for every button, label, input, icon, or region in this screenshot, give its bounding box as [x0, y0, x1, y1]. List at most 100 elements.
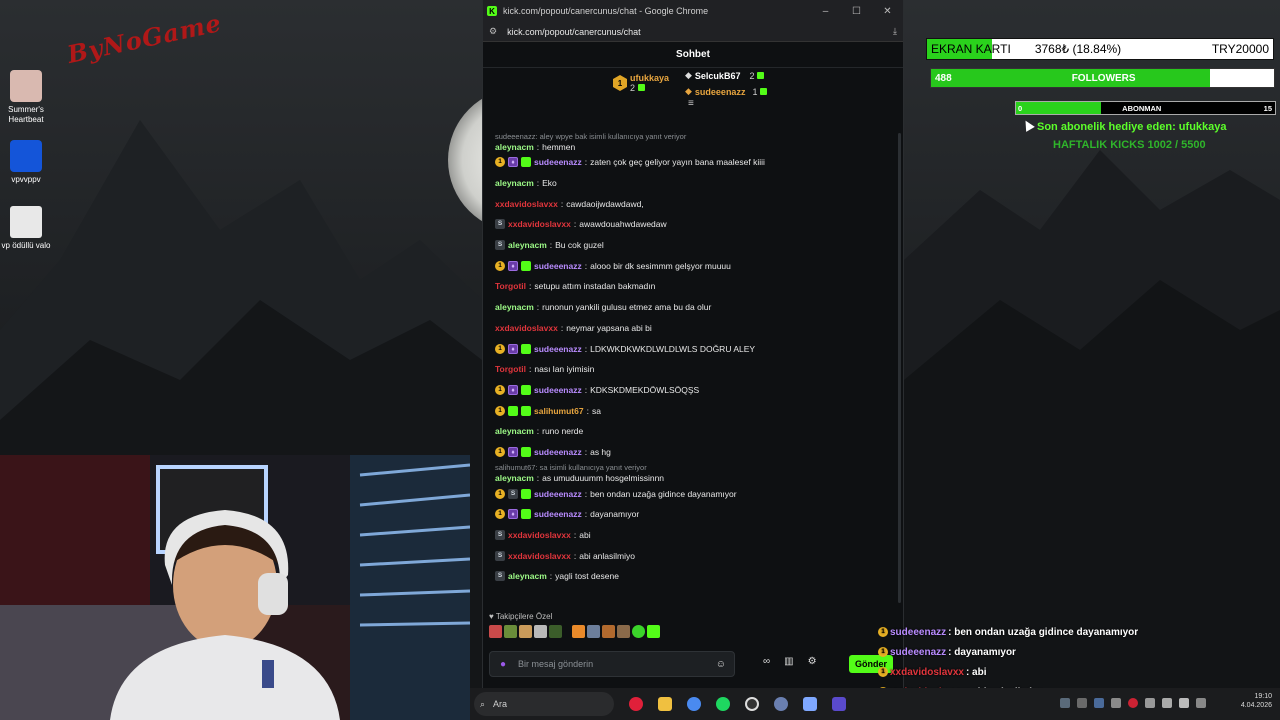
- desktop-icon-vpvvppv[interactable]: vpvvppv: [0, 140, 52, 185]
- tray-icon[interactable]: [1094, 698, 1104, 708]
- tray-icon[interactable]: [1111, 698, 1121, 708]
- reply-context[interactable]: sudeeenazz: aley wpye bak isimli kullanı…: [495, 131, 903, 141]
- minimize-button[interactable]: –: [810, 6, 841, 17]
- emote[interactable]: [647, 625, 660, 638]
- spotify-icon[interactable]: [716, 697, 730, 711]
- chat-username[interactable]: aleynacm: [508, 571, 547, 581]
- chat-message[interactable]: xxdavidoslavxx: neymar yapsana abi bi: [495, 318, 903, 339]
- chat-message[interactable]: Sxxdavidoslavxx: awawdouahwdawedaw: [495, 214, 903, 235]
- chat-username[interactable]: sudeeenazz: [534, 344, 582, 354]
- tray-icon[interactable]: [1128, 698, 1138, 708]
- chat-message[interactable]: 1 ♦ sudeeenazz: dayanamıyor: [495, 504, 903, 525]
- chat-username[interactable]: xxdavidoslavxx: [508, 530, 571, 540]
- tray-icon[interactable]: [1060, 698, 1070, 708]
- site-settings-icon[interactable]: ⚙: [489, 26, 497, 37]
- emote[interactable]: [602, 625, 615, 638]
- chat-username[interactable]: aleynacm: [495, 142, 534, 152]
- gift-sub-icon[interactable]: ∞: [763, 656, 770, 667]
- chat-username[interactable]: aleynacm: [495, 426, 534, 436]
- chat-username[interactable]: sudeeenazz: [534, 157, 582, 167]
- tray-icon[interactable]: [1162, 698, 1172, 708]
- top-gifter-3[interactable]: ◆ sudeeenazz 1: [685, 86, 768, 97]
- chat-message[interactable]: 1 ♦ sudeeenazz: alooo bir dk sesimmm gelşyo…: [495, 255, 903, 276]
- chat-username[interactable]: sudeeenazz: [534, 447, 582, 457]
- clock[interactable]: 19:10 4.04.2026: [1241, 692, 1272, 710]
- chat-username[interactable]: xxdavidoslavxx: [495, 323, 558, 333]
- chat-message[interactable]: Saleynacm: yagli tost desene: [495, 566, 903, 587]
- top-gifter-1[interactable]: 1 ufukkaya 2: [613, 73, 669, 93]
- steam-icon[interactable]: [774, 697, 788, 711]
- tray-icon[interactable]: [1179, 698, 1189, 708]
- url-text[interactable]: kick.com/popout/canercunus/chat: [507, 27, 641, 37]
- chat-message[interactable]: 1 ♦ sudeeenazz: LDKWKDKWKDLWLDLWLS DOĞRU AL…: [495, 338, 903, 359]
- emote[interactable]: [504, 625, 517, 638]
- close-button[interactable]: ✕: [872, 6, 903, 17]
- tray-icon[interactable]: [1196, 698, 1206, 708]
- download-icon[interactable]: ⤓: [893, 26, 897, 37]
- chat-username[interactable]: sudeeenazz: [534, 261, 582, 271]
- emote[interactable]: [617, 625, 630, 638]
- chat-message[interactable]: Sxxdavidoslavxx: abi: [495, 525, 903, 546]
- chat-input[interactable]: ● Bir mesaj gönderin ☺: [489, 651, 735, 677]
- chat-separator: :: [573, 550, 577, 561]
- chat-scrollbar[interactable]: [898, 133, 901, 603]
- chat-message[interactable]: aleynacm: as umuduuumm hosgelmissinnn: [495, 472, 903, 483]
- chat-message[interactable]: xxdavidoslavxx: cawdaoijwdawdawd,: [495, 193, 903, 214]
- chat-username[interactable]: aleynacm: [495, 178, 534, 188]
- chat-separator: :: [584, 446, 588, 457]
- chat-message[interactable]: 1 ♦ sudeeenazz: KDKSKDMEKDÖWLSÖQŞS: [495, 380, 903, 401]
- chat-message[interactable]: 1 ♦ sudeeenazz: as hg: [495, 442, 903, 463]
- chat-username[interactable]: xxdavidoslavxx: [508, 551, 571, 561]
- chat-message[interactable]: 1 salihumut67: sa: [495, 400, 903, 421]
- tray-icon[interactable]: [1145, 698, 1155, 708]
- tray-icon[interactable]: [1077, 698, 1087, 708]
- chat-username[interactable]: aleynacm: [508, 240, 547, 250]
- emote[interactable]: [549, 625, 562, 638]
- emote[interactable]: [564, 625, 570, 638]
- chat-username[interactable]: aleynacm: [495, 302, 534, 312]
- chat-message[interactable]: aleynacm: runo nerde: [495, 421, 903, 442]
- desktop-icon-summers-heartbeat[interactable]: Summer's Heartbeat: [0, 70, 52, 125]
- chat-message[interactable]: Sxxdavidoslavxx: abi anlasilmiyo: [495, 545, 903, 566]
- chat-username[interactable]: xxdavidoslavxx: [508, 219, 571, 229]
- obs-icon[interactable]: [745, 697, 759, 711]
- emote[interactable]: [519, 625, 532, 638]
- chat-username[interactable]: Torgotil: [495, 281, 526, 291]
- file-explorer-icon[interactable]: [658, 697, 672, 711]
- address-bar[interactable]: ⚙ kick.com/popout/canercunus/chat ⤓: [483, 22, 903, 42]
- microphone-icon[interactable]: ●: [500, 659, 506, 670]
- chat-username[interactable]: sudeeenazz: [534, 385, 582, 395]
- emote[interactable]: [572, 625, 585, 638]
- emote[interactable]: [587, 625, 600, 638]
- chat-username[interactable]: sudeeenazz: [534, 489, 582, 499]
- chat-username[interactable]: xxdavidoslavxx: [495, 199, 558, 209]
- opera-gx-icon[interactable]: [629, 697, 643, 711]
- chat-message[interactable]: 1 ♦ sudeeenazz: zaten çok geç geliyor yayın…: [495, 152, 903, 173]
- settings-gear-icon[interactable]: ⚙: [808, 656, 817, 667]
- chat-message[interactable]: Saleynacm: Bu cok guzel: [495, 235, 903, 256]
- top-gifter-2[interactable]: ◆ SelcukB67 2: [685, 70, 765, 81]
- maximize-button[interactable]: ☐: [841, 6, 872, 17]
- chat-username[interactable]: sudeeenazz: [534, 509, 582, 519]
- emote[interactable]: [489, 625, 502, 638]
- chat-message[interactable]: Torgotil: nası lan iyimisin: [495, 359, 903, 380]
- emoji-icon[interactable]: ☺: [716, 659, 726, 670]
- chat-message[interactable]: 1 Ssudeeenazz: ben ondan uzağa gidince day…: [495, 483, 903, 504]
- chat-username[interactable]: aleynacm: [495, 473, 534, 483]
- chat-username[interactable]: Torgotil: [495, 364, 526, 374]
- chrome-icon[interactable]: [687, 697, 701, 711]
- chat-username[interactable]: salihumut67: [534, 406, 584, 416]
- app-icon[interactable]: [832, 697, 846, 711]
- emote[interactable]: [534, 625, 547, 638]
- taskbar-search[interactable]: ⌕ Ara: [474, 692, 614, 716]
- discord-icon[interactable]: [803, 697, 817, 711]
- collapse-chevron-icon[interactable]: ≡: [688, 98, 694, 109]
- reply-context[interactable]: salihumut67: sa isimli kullanıcıya yanıt…: [495, 462, 903, 472]
- chat-message[interactable]: aleynacm: runonun yankili gulusu etmez am…: [495, 297, 903, 318]
- desktop-icon-vp-odullu-valo[interactable]: vp ödüllü valo: [0, 206, 52, 251]
- store-icon[interactable]: ▥: [784, 656, 793, 667]
- chat-message[interactable]: aleynacm: Eko: [495, 173, 903, 194]
- emote[interactable]: [632, 625, 645, 638]
- chat-message[interactable]: Torgotil: setupu attım instadan bakmadın: [495, 276, 903, 297]
- chat-message[interactable]: aleynacm: hemmen: [495, 141, 903, 152]
